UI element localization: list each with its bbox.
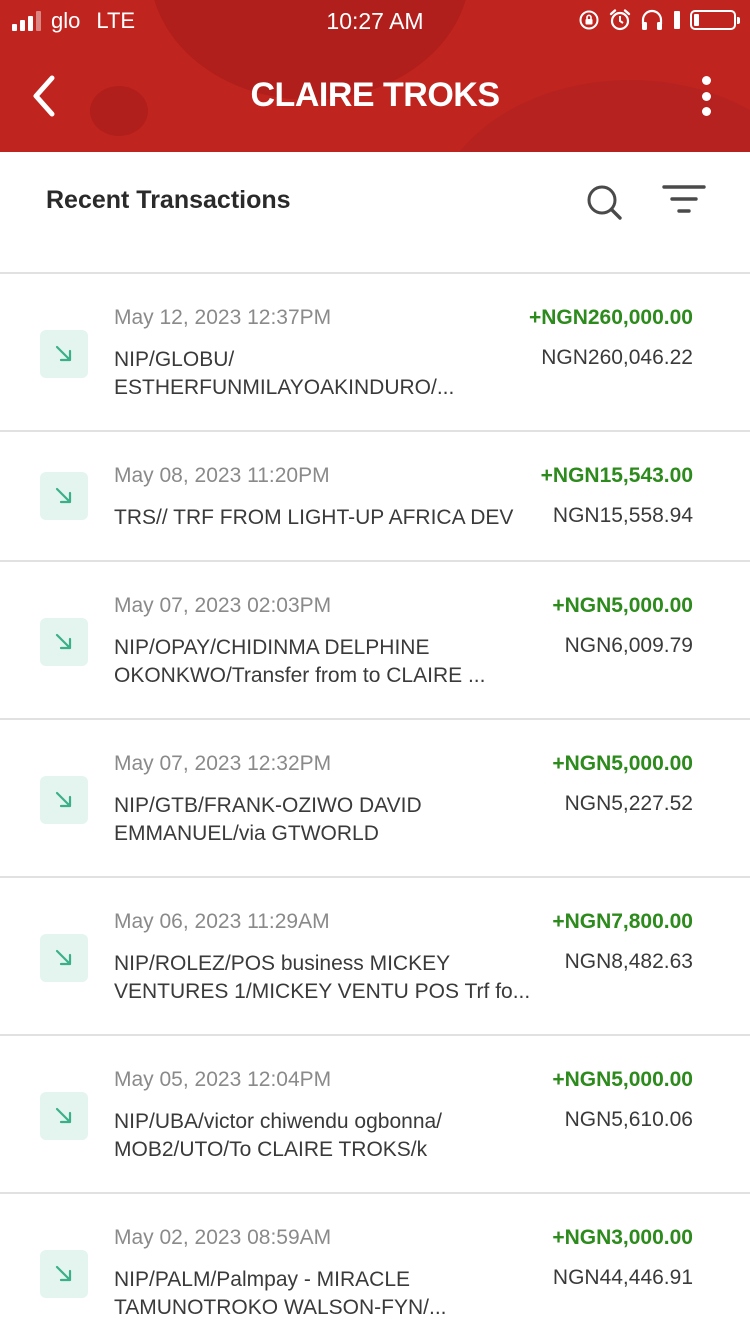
transaction-date: May 07, 2023 02:03PM <box>114 594 332 617</box>
transactions-toolbar: Recent Transactions <box>0 152 750 274</box>
transaction-amount: +NGN5,000.00 <box>552 594 693 617</box>
incoming-arrow-icon <box>40 472 88 520</box>
transaction-row[interactable]: May 07, 2023 02:03PM NIP/OPAY/CHIDINMA D… <box>0 562 750 720</box>
status-bar: glo LTE 10:27 AM <box>0 0 750 40</box>
transaction-balance: NGN44,446.91 <box>552 1266 693 1289</box>
transaction-description: NIP/UBA/victor chiwendu ogbonna/ MOB2/UT… <box>114 1110 443 1161</box>
transaction-description: NIP/GLOBU/ ESTHERFUNMILAYOAKINDURO/... <box>114 348 455 399</box>
transaction-balance: NGN8,482.63 <box>564 950 693 973</box>
transaction-date: May 06, 2023 11:29AM <box>114 910 330 933</box>
transaction-description: NIP/OPAY/CHIDINMA DELPHINE OKONKWO/Trans… <box>114 636 486 687</box>
transaction-row[interactable]: May 02, 2023 08:59AM NIP/PALM/Palmpay - … <box>0 1194 750 1334</box>
transaction-row[interactable]: May 08, 2023 11:20PM TRS// TRF FROM LIGH… <box>0 432 750 562</box>
app-header: glo LTE 10:27 AM CLAIRE TROKS <box>0 0 750 152</box>
incoming-arrow-icon <box>40 1250 88 1298</box>
section-title: Recent Transactions <box>46 186 291 214</box>
transaction-row[interactable]: May 05, 2023 12:04PM NIP/UBA/victor chiw… <box>0 1036 750 1194</box>
page-title: CLAIRE TROKS <box>250 76 501 114</box>
filter-button[interactable] <box>662 184 706 216</box>
transaction-description: TRS// TRF FROM LIGHT-UP AFRICA DEV <box>114 506 514 529</box>
transaction-date: May 12, 2023 12:37PM <box>114 306 332 329</box>
transaction-amount: +NGN7,800.00 <box>552 910 693 933</box>
transaction-row[interactable]: May 06, 2023 11:29AM NIP/ROLEZ/POS busin… <box>0 878 750 1036</box>
incoming-arrow-icon <box>40 330 88 378</box>
search-button[interactable] <box>584 182 624 222</box>
alarm-icon <box>609 9 631 31</box>
more-options-button[interactable] <box>696 76 716 116</box>
charging-icon <box>674 11 680 29</box>
transaction-balance: NGN5,610.06 <box>564 1108 693 1131</box>
transaction-date: May 08, 2023 11:20PM <box>114 464 330 487</box>
rotation-lock-icon <box>579 10 599 30</box>
transaction-amount: +NGN5,000.00 <box>552 752 693 775</box>
more-dot <box>701 107 711 116</box>
transaction-date: May 05, 2023 12:04PM <box>114 1068 332 1091</box>
incoming-arrow-icon <box>40 1092 88 1140</box>
transaction-balance: NGN6,009.79 <box>564 634 693 657</box>
headphones-icon <box>641 9 663 30</box>
transaction-balance: NGN15,558.94 <box>552 504 693 527</box>
more-dot <box>701 76 711 85</box>
transaction-list: May 12, 2023 12:37PM NIP/GLOBU/ ESTHERFU… <box>0 274 750 1334</box>
incoming-arrow-icon <box>40 618 88 666</box>
transaction-description: NIP/GTB/FRANK-OZIWO DAVID EMMANUEL/via G… <box>114 794 422 845</box>
transaction-description: NIP/PALM/Palmpay - MIRACLE TAMUNOTROKO W… <box>114 1268 447 1319</box>
search-icon <box>587 185 622 220</box>
incoming-arrow-icon <box>40 776 88 824</box>
transaction-amount: +NGN15,543.00 <box>540 464 693 487</box>
incoming-arrow-icon <box>40 934 88 982</box>
transaction-amount: +NGN5,000.00 <box>552 1068 693 1091</box>
transaction-balance: NGN260,046.22 <box>541 346 693 369</box>
battery-icon <box>690 10 740 30</box>
transaction-amount: +NGN3,000.00 <box>552 1226 693 1249</box>
more-dot <box>701 91 711 101</box>
transaction-amount: +NGN260,000.00 <box>528 306 693 329</box>
transaction-row[interactable]: May 07, 2023 12:32PM NIP/GTB/FRANK-OZIWO… <box>0 720 750 878</box>
transaction-description: NIP/ROLEZ/POS business MICKEY VENTURES 1… <box>114 952 531 1003</box>
transaction-balance: NGN5,227.52 <box>564 792 693 815</box>
transaction-date: May 02, 2023 08:59AM <box>114 1226 332 1249</box>
transaction-date: May 07, 2023 12:32PM <box>114 752 332 775</box>
transaction-row[interactable]: May 12, 2023 12:37PM NIP/GLOBU/ ESTHERFU… <box>0 274 750 432</box>
filter-icon <box>662 185 706 213</box>
